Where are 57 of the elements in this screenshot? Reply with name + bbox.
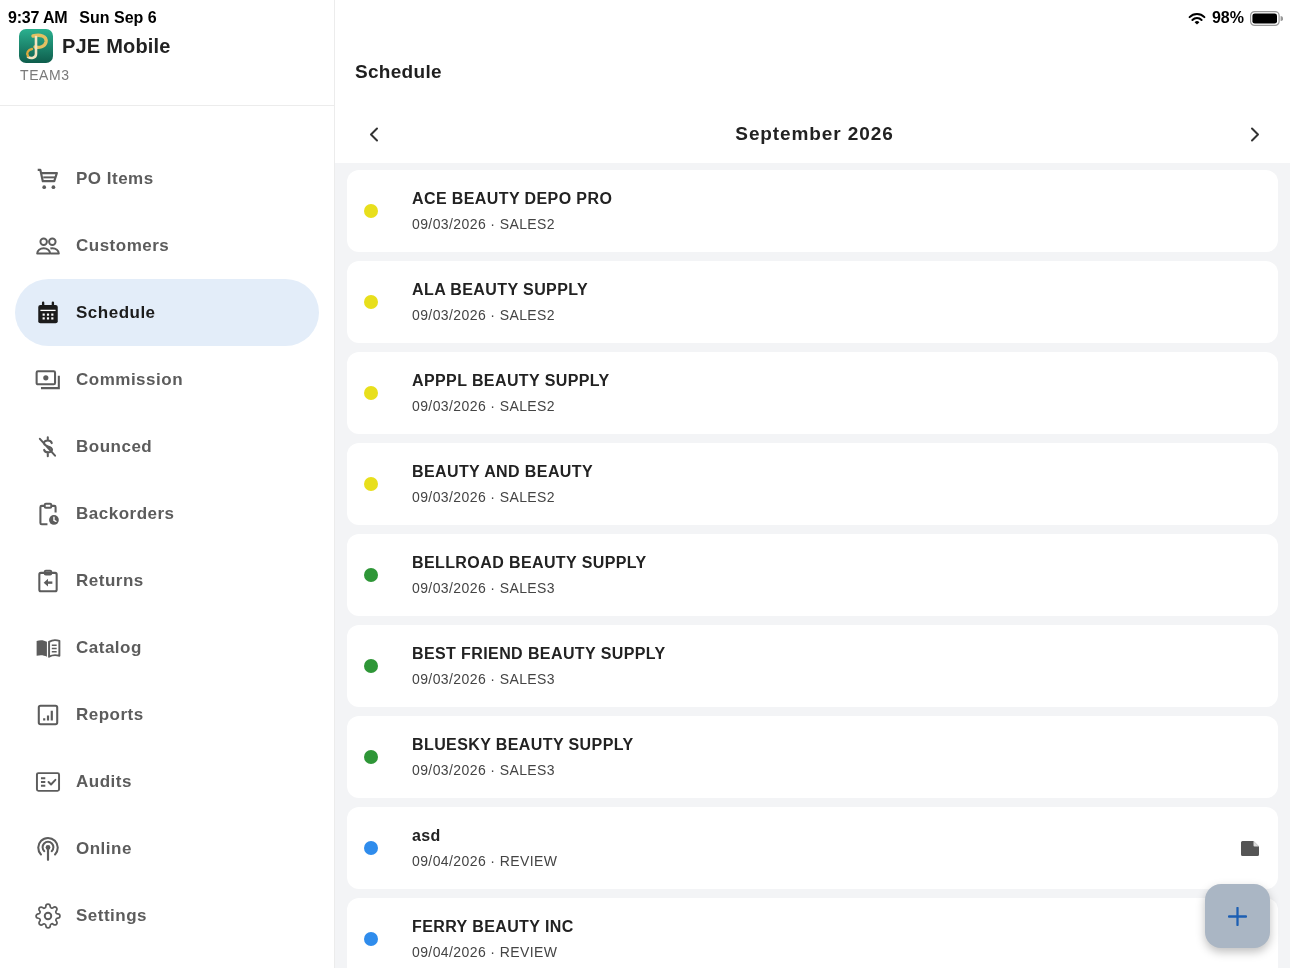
event-subtitle: 09/03/2026 · SALES2 <box>412 396 557 416</box>
event-subtitle: 09/03/2026 · SALES3 <box>412 669 557 689</box>
sidebar-item[interactable]: Returns <box>15 547 319 614</box>
sidebar-item[interactable]: PO Items <box>15 145 319 212</box>
event-title: BEAUTY AND BEAUTY <box>412 461 595 482</box>
event-subtitle: 09/03/2026 · SALES2 <box>412 305 557 325</box>
sidebar-item[interactable]: Audits <box>15 748 319 815</box>
event-card[interactable]: BEST FRIEND BEAUTY SUPPLY 09/03/2026 · SALES3 <box>347 625 1278 707</box>
event-subtitle: 09/03/2026 · SALES3 <box>412 578 557 598</box>
sidebar-item[interactable]: Settings <box>15 882 319 949</box>
event-card[interactable]: BEAUTY AND BEAUTY 09/03/2026 · SALES2 <box>347 443 1278 525</box>
month-title: September 2026 <box>735 123 894 145</box>
event-card[interactable]: FERRY BEAUTY INC 09/04/2026 · REVIEW <box>347 898 1278 968</box>
battery-icon <box>1250 10 1283 26</box>
event-title: ALA BEAUTY SUPPLY <box>412 279 590 300</box>
event-card[interactable]: ACE BEAUTY DEPO PRO 09/03/2026 · SALES2 <box>347 170 1278 252</box>
chevron-left-icon <box>369 126 379 142</box>
sidebar-item[interactable]: Customers <box>15 212 319 279</box>
event-card[interactable]: BLUESKY BEAUTY SUPPLY 09/03/2026 · SALES3 <box>347 716 1278 798</box>
sidebar-item[interactable]: Schedule <box>15 279 319 346</box>
team-name: TEAM3 <box>20 67 70 83</box>
add-button[interactable] <box>1205 884 1270 948</box>
status-date: Sun Sep 6 <box>79 9 157 27</box>
clipboard-arrow-icon <box>35 567 61 594</box>
event-title: ACE BEAUTY DEPO PRO <box>412 188 614 209</box>
event-card[interactable]: BELLROAD BEAUTY SUPPLY 09/03/2026 · SALES3 <box>347 534 1278 616</box>
event-title: BEST FRIEND BEAUTY SUPPLY <box>412 643 667 664</box>
settings-icon <box>35 902 61 929</box>
antenna-icon <box>35 835 61 862</box>
sidebar-item[interactable]: Backorders <box>15 480 319 547</box>
event-title: BELLROAD BEAUTY SUPPLY <box>412 552 648 573</box>
sidebar-item[interactable]: Commission <box>15 346 319 413</box>
battery-percent: 98% <box>1211 9 1244 27</box>
calendar-icon <box>35 299 61 326</box>
sidebar-item[interactable]: Bounced <box>15 413 319 480</box>
event-subtitle: 09/03/2026 · SALES2 <box>412 214 557 234</box>
event-title: APPPL BEAUTY SUPPLY <box>412 370 611 391</box>
chevron-right-icon <box>1250 126 1260 142</box>
event-title: asd <box>412 825 442 846</box>
event-card[interactable]: APPPL BEAUTY SUPPLY 09/03/2026 · SALES2 <box>347 352 1278 434</box>
sidebar-item[interactable]: Reports <box>15 681 319 748</box>
app-logo-icon <box>19 29 53 63</box>
wifi-icon <box>1187 11 1206 25</box>
app-name: PJE Mobile <box>62 34 171 58</box>
event-card[interactable]: asd 09/04/2026 · REVIEW <box>347 807 1278 889</box>
plus-icon <box>1228 906 1247 926</box>
event-subtitle: 09/03/2026 · SALES2 <box>412 487 557 507</box>
event-title: BLUESKY BEAUTY SUPPLY <box>412 734 635 755</box>
event-subtitle: 09/04/2026 · REVIEW <box>412 851 559 871</box>
event-subtitle: 09/03/2026 · SALES3 <box>412 760 557 780</box>
event-title: FERRY BEAUTY INC <box>412 916 575 937</box>
event-card[interactable]: ALA BEAUTY SUPPLY 09/03/2026 · SALES2 <box>347 261 1278 343</box>
status-time: 9:37 AM <box>8 9 68 27</box>
page-title: Schedule <box>355 60 442 83</box>
sidebar-item[interactable]: Catalog <box>15 614 319 681</box>
event-subtitle: 09/04/2026 · REVIEW <box>412 942 559 962</box>
sidebar-item[interactable]: Online <box>15 815 319 882</box>
